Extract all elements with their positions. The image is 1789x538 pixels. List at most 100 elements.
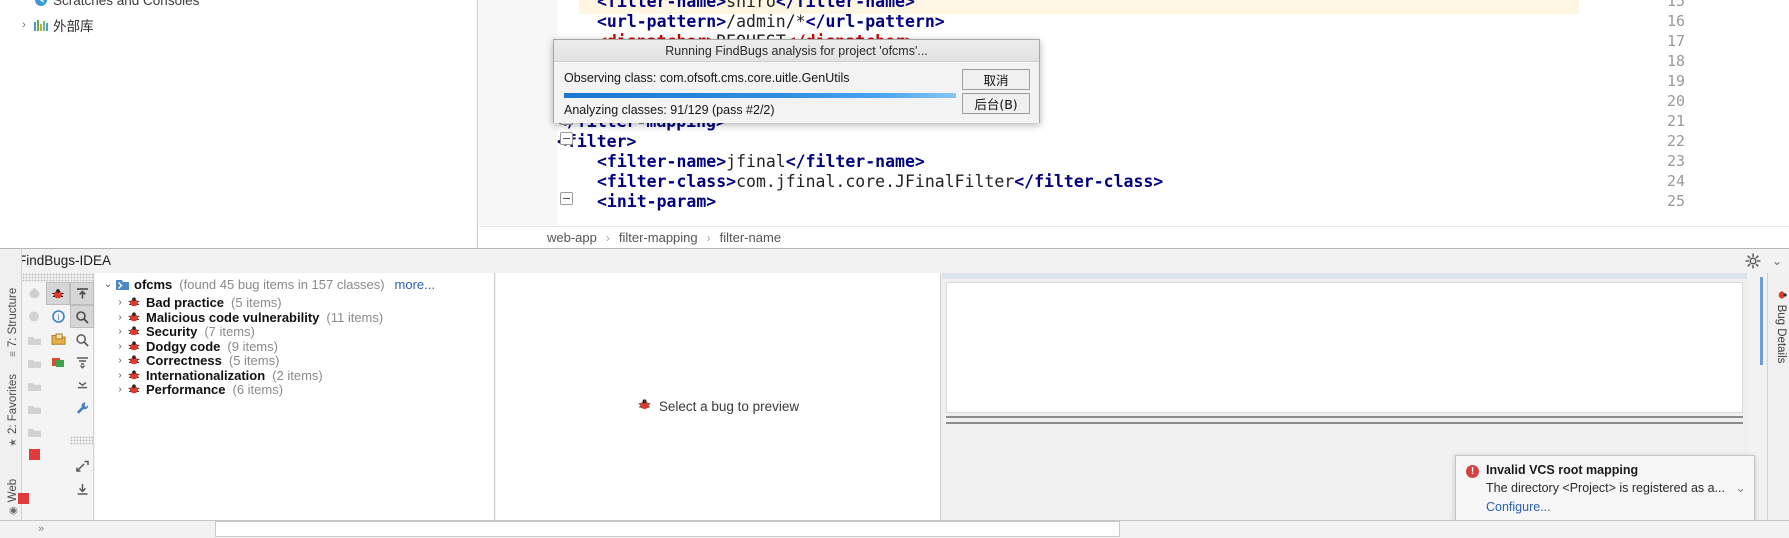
analyze-module-icon[interactable] <box>22 305 46 328</box>
bug-category-row[interactable]: › Bad practice (5 items) <box>95 295 494 311</box>
bug-category-row[interactable]: › Malicious code vulnerability (11 items) <box>95 310 494 325</box>
bug-category-row[interactable]: › Internationalization (2 items) <box>95 368 494 383</box>
line-number: 20 <box>1666 92 1685 110</box>
bug-icon <box>127 325 142 338</box>
info-icon[interactable]: i <box>46 305 70 328</box>
code-line[interactable]: <filter-name>shiro</filter-name> <box>597 0 915 11</box>
chevron-right-icon[interactable]: › <box>113 370 127 381</box>
analyze-package-icon[interactable] <box>22 328 46 351</box>
bug-details-tab[interactable]: Bug Details <box>1760 273 1789 538</box>
notification-body: The directory <Project> is registered as… <box>1486 481 1725 495</box>
bug-category-label: Correctness <box>146 353 222 369</box>
chevron-right-icon[interactable]: › <box>113 355 127 366</box>
chevron-right-icon[interactable]: › <box>113 384 127 395</box>
stop-analysis-icon[interactable] <box>22 443 46 466</box>
cancel-button[interactable]: 取消 <box>962 69 1030 90</box>
line-number: 16 <box>1666 12 1685 30</box>
chevron-right-icon[interactable]: › <box>113 341 127 352</box>
analyze-changelist-icon[interactable] <box>22 351 46 374</box>
web-icon: ◉ <box>7 506 19 515</box>
bug-category-label: Bad practice <box>146 295 225 311</box>
bug-category-count: (9 items) <box>227 338 278 354</box>
project-bug-icon <box>115 278 130 291</box>
bug-category-row[interactable]: › Performance (6 items) <box>95 382 494 397</box>
detail-content-area <box>946 282 1743 413</box>
line-number: 24 <box>1666 172 1685 190</box>
ide-window: › Scratches and Consoles › 外 <box>0 0 1789 538</box>
download-icon[interactable] <box>70 478 94 501</box>
bug-icon <box>127 311 142 324</box>
analyze-selected-icon[interactable] <box>22 420 46 443</box>
chevron-down-icon[interactable]: ⌄ <box>1772 254 1782 268</box>
vcs-notification-balloon: ! Invalid VCS root mapping The directory… <box>1455 455 1755 523</box>
background-button[interactable]: 后台(B) <box>962 93 1030 114</box>
expand-all-icon[interactable] <box>70 351 94 374</box>
detail-divider <box>946 422 1743 424</box>
code-line[interactable]: <url-pattern>/admin/*</url-pattern> <box>597 12 945 31</box>
settings-wrench-icon[interactable] <box>70 397 94 420</box>
chevron-right-icon[interactable]: › <box>16 17 32 33</box>
code-token: </filter-class> <box>1014 172 1164 191</box>
code-token: jfinal <box>726 152 786 171</box>
chevron-right-icon[interactable]: › <box>113 297 127 308</box>
collapse-all-icon[interactable] <box>70 374 94 397</box>
code-line[interactable]: <filter-name>jfinal</filter-name> <box>597 152 925 171</box>
bug-tree-rows: ⌄ ofcms (found 45 bug items in 157 classes… <box>95 277 494 398</box>
bug-filter-icon[interactable] <box>46 282 70 305</box>
fold-marker[interactable] <box>560 192 573 205</box>
search-icon[interactable] <box>70 328 94 351</box>
detail-divider <box>946 416 1743 418</box>
bug-category-row[interactable]: › Correctness (5 items) <box>95 353 494 369</box>
open-in-new-window-icon[interactable] <box>70 455 94 478</box>
find-bug-icon[interactable] <box>70 305 94 328</box>
code-line[interactable]: <filter-class>com.jfinal.core.JFinalFilt… <box>597 172 1163 191</box>
breadcrumb-item-filter-name[interactable]: filter-name <box>720 230 781 245</box>
code-token: <filter-name> <box>597 0 727 11</box>
breadcrumb-item-filter-mapping[interactable]: filter-mapping <box>619 230 698 245</box>
side-tab-favorites[interactable]: ★ 2: Favorites <box>2 369 24 447</box>
bug-tree[interactable]: ⌄ ofcms (found 45 bug items in 157 classes… <box>95 273 495 538</box>
bug-preview-panel: Select a bug to preview <box>496 273 941 538</box>
bug-category-row[interactable]: › Security (7 items) <box>95 324 494 339</box>
line-number: 21 <box>1666 112 1685 130</box>
gear-icon[interactable] <box>1745 253 1761 269</box>
toolbar-grip[interactable] <box>70 273 94 282</box>
breadcrumb-item-web-app[interactable]: web-app <box>547 230 597 245</box>
bug-tree-root-row[interactable]: ⌄ ofcms (found 45 bug items in 157 classes… <box>95 277 494 292</box>
code-editor[interactable]: 15 <filter-name>shiro</filter-name> 16 <url… <box>479 0 1789 248</box>
toolbar-grip[interactable] <box>46 273 70 282</box>
preview-placeholder-text: Select a bug to preview <box>658 398 800 414</box>
detail-scrollbar[interactable] <box>1760 277 1763 365</box>
export-folder-icon[interactable] <box>46 328 70 351</box>
breadcrumb-separator: › <box>706 230 711 245</box>
stop-icon[interactable] <box>18 493 29 504</box>
analyze-scope-icon[interactable] <box>22 374 46 397</box>
toolbar-grip[interactable] <box>70 436 94 445</box>
toolbar-column-2: i <box>46 273 70 374</box>
breadcrumb: web-app › filter-mapping › filter-name <box>479 226 1789 248</box>
tree-item-scratches[interactable]: › Scratches and Consoles <box>0 0 477 10</box>
chevron-down-icon[interactable]: ⌄ <box>1735 480 1746 496</box>
configure-link[interactable]: Configure... <box>1486 500 1551 514</box>
more-link[interactable]: more... <box>395 277 435 292</box>
status-input-field[interactable] <box>215 521 1120 537</box>
code-line[interactable]: <init-param> <box>597 192 716 211</box>
bug-icon <box>127 369 142 382</box>
analyze-project-icon[interactable] <box>22 282 46 305</box>
toolbar-grip[interactable] <box>22 273 46 282</box>
bug-category-row[interactable]: › Dodgy code (9 items) <box>95 339 494 354</box>
line-number: 18 <box>1666 52 1685 70</box>
tree-item-external-libraries[interactable]: › 外部库 <box>0 15 477 35</box>
analyze-class-icon[interactable] <box>22 397 46 420</box>
chevron-right-icon[interactable]: › <box>113 312 127 323</box>
chevron-down-icon[interactable]: ⌄ <box>101 279 115 290</box>
expand-status-button[interactable]: » <box>38 523 44 535</box>
export-image-icon[interactable] <box>46 351 70 374</box>
chevron-right-icon[interactable]: › <box>113 326 127 337</box>
top-region: › Scratches and Consoles › 外 <box>0 0 1789 248</box>
group-by-icon[interactable] <box>70 282 94 305</box>
library-bars-icon <box>32 17 50 33</box>
side-tab-label: 7: Structure <box>7 287 19 348</box>
side-tab-structure[interactable]: ≡ 7: Structure <box>2 279 24 357</box>
fold-marker[interactable] <box>560 132 573 145</box>
